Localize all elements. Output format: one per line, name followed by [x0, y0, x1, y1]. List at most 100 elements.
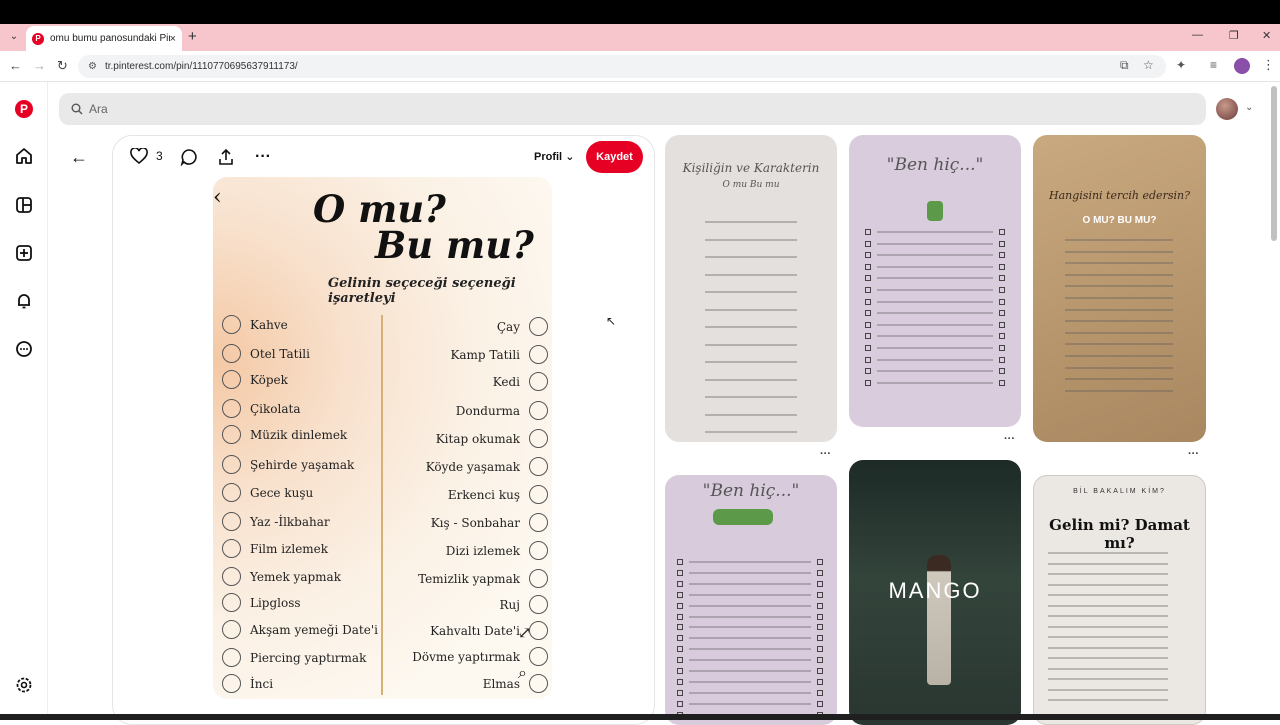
board-profile-dropdown[interactable]: Profil ⌄ [534, 150, 574, 163]
left-option-item: Akşam yemeği Date'i [222, 620, 378, 639]
thumbnail-text-line [877, 242, 993, 245]
thumbnail-text-line [1048, 688, 1168, 691]
related-pin-6[interactable]: BİL BAKALIM KİM? Gelin mi? Damat mı? [1033, 475, 1206, 725]
related-pin-1-more-icon[interactable]: ··· [820, 448, 831, 460]
thumbnail-text-line [1065, 355, 1173, 357]
extensions-icon[interactable]: ✦ [1176, 58, 1186, 72]
comment-icon[interactable] [180, 148, 198, 166]
checkbox-circle-icon [529, 541, 548, 560]
related-pin-3[interactable]: Hangisini tercih edersin? O MU? BU MU? [1033, 135, 1206, 442]
notifications-bell-icon[interactable] [14, 291, 34, 311]
media-icon[interactable]: ≡ [1210, 58, 1217, 72]
install-app-icon[interactable]: ⧉ [1120, 58, 1129, 73]
pinterest-logo-icon[interactable]: P [15, 100, 33, 118]
related-pin-1[interactable]: Kişiliğin ve Karakterin O mu Bu mu [665, 135, 837, 442]
more-options-icon[interactable]: ··· [255, 148, 271, 166]
thumbnail-text-line [877, 358, 993, 361]
pin-image-title-line2: Bu mu? [375, 223, 534, 267]
checkbox-circle-icon [529, 674, 548, 693]
messages-icon[interactable] [14, 339, 34, 359]
checkbox-circle-icon [222, 512, 241, 531]
left-option-item: Çikolata [222, 399, 300, 418]
thumbnail-text-line [877, 265, 993, 268]
page-scrollbar[interactable] [1271, 86, 1277, 241]
active-tab[interactable]: P omu bumu panosundaki Pin × [26, 26, 182, 51]
visual-search-icon[interactable]: ⌕ [518, 663, 527, 683]
reload-icon[interactable]: ↻ [57, 58, 68, 74]
back-icon[interactable]: ← [9, 58, 22, 73]
related-pin-2[interactable]: "Ben hiç..." [849, 135, 1021, 427]
bookmark-star-icon[interactable]: ☆ [1143, 58, 1154, 72]
related-pin-5[interactable]: MANGO [849, 460, 1021, 725]
left-option-item: Lipgloss [222, 593, 301, 612]
right-option-label: Temizlik yapmak [418, 571, 520, 586]
right-option-label: Kitap okumak [435, 431, 520, 446]
thumbnail-text-line [1065, 343, 1173, 346]
right-option-item: Kış - Sonbahar [431, 513, 548, 532]
thumbnail-text-line [877, 312, 993, 315]
window-close-icon[interactable]: ✕ [1262, 29, 1271, 42]
thumbnail-text-line [689, 626, 811, 629]
pin-image[interactable]: ‹ O mu? Bu mu? Gelinin seçeceği seçeneği… [213, 177, 552, 699]
browser-profile-avatar[interactable] [1234, 58, 1250, 74]
thumbnail-text-line [1048, 636, 1168, 638]
user-avatar[interactable] [1216, 98, 1238, 120]
right-option-item: Temizlik yapmak [418, 569, 548, 588]
settings-gear-icon[interactable] [14, 675, 34, 695]
create-icon[interactable] [14, 243, 34, 263]
vine-decoration [381, 315, 389, 695]
checkbox-circle-icon [222, 539, 241, 558]
left-option-item: Film izlemek [222, 539, 328, 558]
checkbox-icon [677, 559, 683, 565]
tab-close-icon[interactable]: × [170, 33, 176, 45]
thumbnail-text-line [877, 323, 993, 326]
browser-menu-icon[interactable]: ⋮ [1262, 57, 1275, 73]
site-info-icon[interactable]: ⚙ [88, 61, 97, 72]
explore-icon[interactable] [14, 195, 34, 215]
related-pin-2-more-icon[interactable]: ··· [1004, 433, 1015, 445]
save-button[interactable]: Kaydet [586, 141, 643, 173]
checkbox-icon [999, 229, 1005, 235]
left-option-label: Şehirde yaşamak [250, 457, 355, 472]
expand-icon[interactable]: ⤢ [518, 623, 531, 642]
forward-icon[interactable]: → [33, 58, 46, 73]
home-icon[interactable] [14, 146, 34, 166]
left-option-item: Şehirde yaşamak [222, 455, 354, 474]
checkbox-circle-icon [529, 595, 548, 614]
new-tab-button[interactable]: + [188, 28, 197, 45]
like-button[interactable]: 3 [130, 148, 163, 164]
restore-icon[interactable]: ❐ [1229, 29, 1239, 42]
right-option-label: Kış - Sonbahar [430, 515, 520, 530]
share-icon[interactable] [217, 148, 235, 166]
thumbnail-text-line [705, 308, 797, 311]
checkbox-icon [817, 635, 823, 642]
thumbnail-text-line [1048, 604, 1168, 607]
thumbnail-text-line [1065, 250, 1173, 253]
thumbnail-text-line [689, 593, 811, 596]
checkbox-circle-icon [222, 567, 241, 586]
checkbox-icon [999, 310, 1005, 317]
thumbnail-text-line [689, 702, 811, 705]
checkbox-circle-icon [222, 620, 241, 639]
thumbnail-text-line [1065, 366, 1173, 369]
related-pin-1-subtitle: O mu Bu mu [722, 180, 780, 190]
url-field[interactable]: ⚙ tr.pinterest.com/pin/11107706956379111… [78, 55, 1166, 78]
pinterest-favicon-icon: P [32, 32, 44, 45]
back-arrow-icon[interactable]: ← [70, 147, 88, 168]
related-pin-4[interactable]: "Ben hiç..." [665, 475, 837, 725]
checkbox-icon [677, 635, 683, 642]
mouse-cursor-icon: ↖ [606, 314, 617, 328]
thumbnail-text-line [705, 378, 797, 381]
carousel-previous-icon[interactable]: ‹ [213, 185, 222, 210]
thumbnail-text-line [877, 347, 993, 349]
related-pin-3-more-icon[interactable]: ··· [1188, 448, 1199, 460]
right-option-label: Kamp Tatili [450, 347, 520, 362]
account-chevron-down-icon[interactable]: ⌄ [1245, 102, 1253, 113]
left-option-label: Otel Tatili [250, 346, 310, 361]
search-input[interactable]: Ara [59, 93, 1206, 125]
tab-search-icon[interactable]: ⌄ [6, 29, 22, 45]
cactus-icon [927, 201, 943, 221]
checkbox-icon [817, 700, 823, 707]
checkbox-icon [677, 668, 683, 674]
minimize-icon[interactable]: — [1192, 29, 1203, 41]
